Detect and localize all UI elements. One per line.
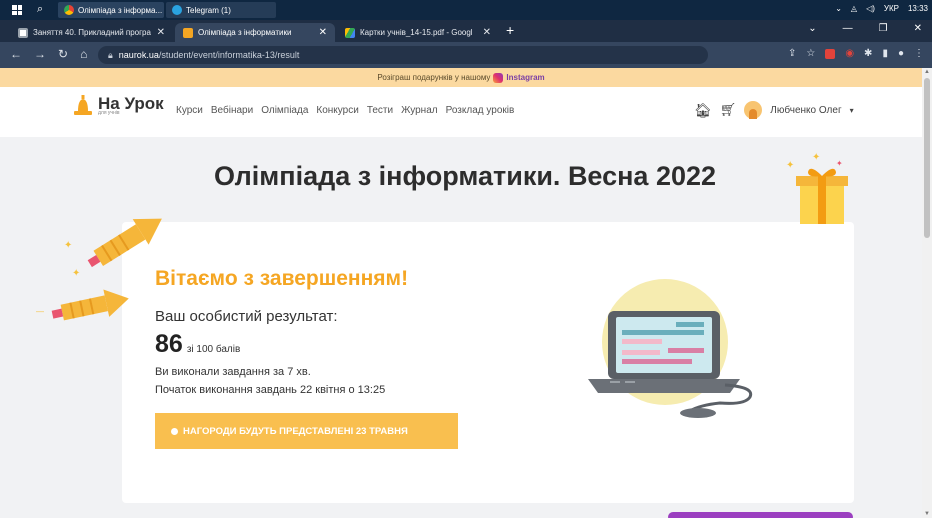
new-tab-button[interactable]: + — [506, 22, 514, 38]
naurok-icon — [183, 27, 193, 38]
lock-icon: 🔒︎ — [108, 49, 113, 60]
bullet-icon — [171, 427, 178, 435]
tab-label: Олімпіада з інформатики — [198, 28, 292, 37]
congrats-heading: Вітаємо з завершенням! — [155, 267, 409, 290]
nav-courses[interactable]: Курси — [176, 105, 203, 116]
reload-button[interactable]: ↻ — [58, 47, 68, 61]
result-label: Ваш особистий результат: — [155, 308, 338, 325]
scrollbar-thumb[interactable] — [924, 78, 930, 238]
forward-button[interactable]: → — [34, 47, 46, 61]
close-window-button[interactable]: ✕ — [914, 23, 922, 34]
nav-schedule[interactable]: Розклад уроків — [446, 105, 515, 116]
url-host: naurok.ua — [118, 50, 159, 60]
taskbar-app-label: Telegram (1) — [186, 5, 231, 15]
score-value: 86 — [155, 330, 183, 358]
site-header: На Урок для учнів Курси Вебінари Олімпіа… — [0, 87, 922, 137]
partial-button[interactable] — [668, 512, 853, 518]
extension-icon[interactable] — [825, 48, 836, 59]
taskbar-app-telegram[interactable]: Telegram (1) — [166, 2, 276, 18]
nav-olympiad[interactable]: Олімпіада — [261, 105, 308, 116]
minimize-button[interactable]: — — [843, 23, 853, 34]
extensions-area: ⇪ ☆ ◉ ✱ ▮ ● ⋮ — [788, 48, 924, 59]
promo-text: Розіграш подарунків у нашому — [377, 73, 491, 82]
awards-button-label: НАГОРОДИ БУДУТЬ ПРЕДСТАВЛЕНІ 23 ТРАВНЯ — [183, 425, 408, 437]
windows-taskbar: ⌕ Олімпіада з інформа... Telegram (1) ⌄ … — [0, 0, 932, 20]
network-icon[interactable]: ◬ — [851, 4, 857, 13]
extension-red-icon[interactable]: ◉ — [845, 48, 854, 59]
url-path: /student/event/informatika-13/result — [158, 50, 300, 60]
completion-time: Ви виконали завдання за 7 хв. — [155, 366, 311, 378]
extensions-puzzle-icon[interactable]: ✱ — [864, 48, 872, 59]
volume-icon[interactable]: ◁) — [866, 4, 875, 13]
browser-toolbar: ← → ↻ ⌂ 🔒︎ naurok.ua/student/event/infor… — [0, 42, 932, 68]
system-tray: ⌄ ◬ ◁) УКР 13:33 — [835, 4, 928, 13]
taskbar-app-label: Олімпіада з інформа... — [78, 5, 163, 15]
home-button[interactable]: ⌂ — [80, 47, 87, 61]
tab-classroom[interactable]: Заняття 40. Прикладний програ ✕ — [10, 23, 173, 42]
tab-olympiad[interactable]: Олімпіада з інформатики ✕ — [175, 23, 335, 42]
tab-label: Картки учнів_14-15.pdf - Googl — [360, 28, 473, 37]
instagram-link[interactable]: Instagram — [506, 73, 544, 82]
tab-drive[interactable]: Картки учнів_14-15.pdf - Googl ✕ — [337, 23, 499, 42]
scroll-down-icon[interactable]: ▼ — [924, 511, 930, 517]
bell-logo-icon — [74, 95, 92, 115]
score-row: 86 зі 100 балів — [155, 330, 240, 359]
promo-banner: Розіграш подарунків у нашому Instagram — [0, 68, 922, 87]
gift-icon: ✦ ✦ ✦ — [786, 152, 848, 224]
windows-start-icon[interactable] — [12, 5, 22, 15]
nav-tests[interactable]: Тести — [367, 105, 393, 116]
close-icon[interactable]: ✕ — [319, 27, 327, 38]
address-bar[interactable]: 🔒︎ naurok.ua/student/event/informatika-1… — [98, 46, 708, 64]
avatar[interactable] — [744, 101, 763, 119]
telegram-icon — [172, 5, 182, 15]
svg-text:✦: ✦ — [64, 240, 72, 251]
svg-text:✦: ✦ — [836, 159, 843, 168]
search-icon[interactable]: ⌕ — [37, 3, 43, 16]
nav-contests[interactable]: Конкурси — [316, 105, 358, 116]
bookmark-star-icon[interactable]: ☆ — [806, 48, 815, 59]
nav-webinars[interactable]: Вебінари — [211, 105, 253, 116]
language-indicator[interactable]: УКР — [884, 4, 899, 13]
site-logo[interactable]: На Урок для учнів — [74, 95, 164, 117]
chevron-up-icon[interactable]: ⌄ — [835, 4, 842, 13]
svg-text:—: — — [36, 307, 44, 316]
cart-icon[interactable]: 🛒︎ — [720, 102, 737, 118]
scroll-up-icon[interactable]: ▲ — [924, 69, 930, 75]
clock[interactable]: 13:33 — [908, 4, 928, 13]
profile-icon[interactable]: ● — [898, 48, 904, 59]
window-controls: ⌄ — ❐ ✕ — [808, 23, 922, 34]
nav-journal[interactable]: Журнал — [401, 105, 438, 116]
firework-rocket-icon: ✦ ✦ — [64, 218, 162, 279]
share-icon[interactable]: ⇪ — [788, 48, 796, 59]
caret-down-icon[interactable]: ▾ — [850, 106, 854, 115]
sidepanel-icon[interactable]: ▮ — [882, 48, 888, 59]
page-scrollbar[interactable]: ▲ ▼ — [922, 68, 932, 518]
menu-kebab-icon[interactable]: ⋮ — [914, 48, 924, 59]
firework-rocket-icon: — — [36, 289, 129, 321]
browser-tab-strip: Заняття 40. Прикладний програ ✕ Олімпіад… — [0, 20, 932, 42]
drive-icon — [345, 27, 355, 38]
user-name[interactable]: Любченко Олег — [770, 105, 841, 116]
svg-text:✦: ✦ — [812, 152, 820, 163]
classroom-icon — [18, 27, 28, 38]
start-time: Початок виконання завдань 22 квітня о 13… — [155, 384, 386, 396]
instagram-icon — [493, 72, 504, 83]
tab-search-icon[interactable]: ⌄ — [808, 23, 816, 34]
close-icon[interactable]: ✕ — [157, 27, 165, 38]
score-max: зі 100 балів — [186, 344, 241, 355]
awards-button[interactable]: НАГОРОДИ БУДУТЬ ПРЕДСТАВЛЕНІ 23 ТРАВНЯ — [155, 413, 458, 449]
close-icon[interactable]: ✕ — [483, 27, 491, 38]
header-user-area: 🏠︎ 🛒︎ Любченко Олег ▾ — [694, 101, 854, 119]
taskbar-app-chrome[interactable]: Олімпіада з інформа... — [58, 2, 164, 18]
tab-label: Заняття 40. Прикладний програ — [33, 28, 151, 37]
back-button[interactable]: ← — [10, 47, 22, 61]
svg-text:✦: ✦ — [72, 268, 80, 279]
chrome-icon — [64, 5, 74, 15]
laptop-illustration-icon — [588, 279, 753, 418]
main-nav: Курси Вебінари Олімпіада Конкурси Тести … — [176, 105, 514, 116]
home-icon[interactable]: 🏠︎ — [694, 102, 712, 119]
restore-button[interactable]: ❐ — [879, 23, 888, 34]
svg-text:✦: ✦ — [786, 160, 794, 171]
